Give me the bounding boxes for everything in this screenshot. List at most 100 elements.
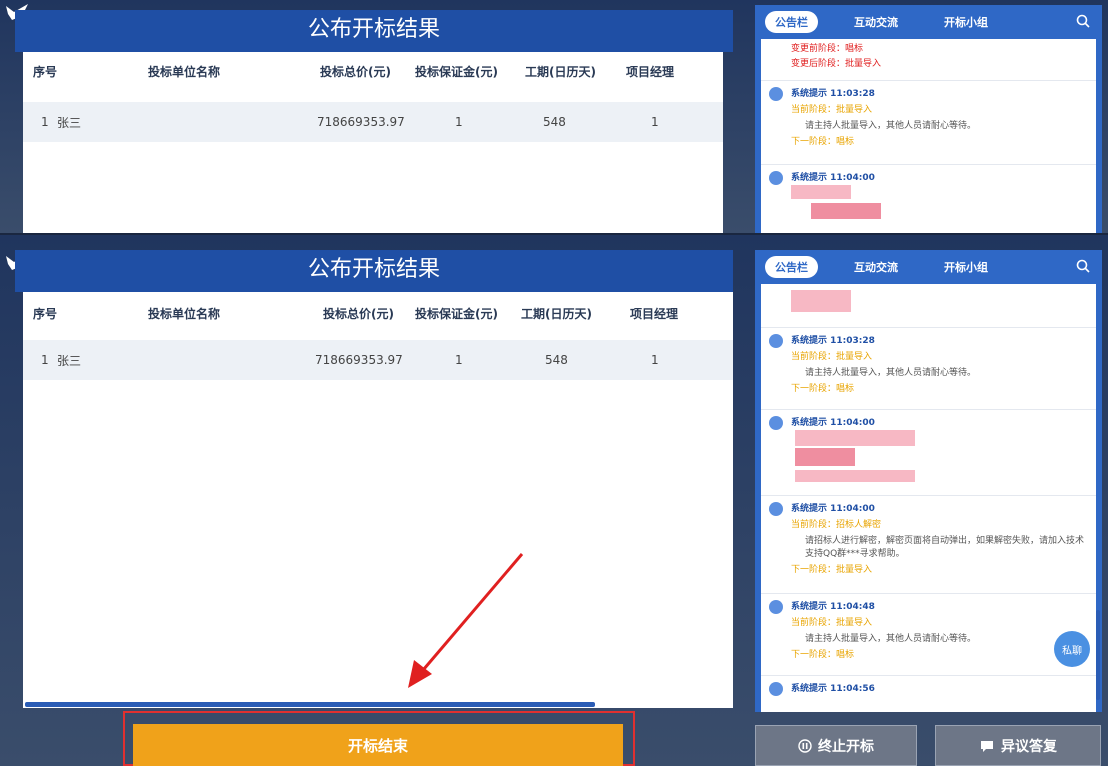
avatar (769, 171, 783, 185)
redacted-block (791, 290, 851, 312)
avatar (769, 682, 783, 696)
tab-interaction[interactable]: 互动交流 (844, 11, 908, 33)
cell-name: 张三 (57, 353, 82, 368)
msg-current: 当前阶段：批量导入 (791, 618, 873, 628)
results-table-bottom: 序号 投标单位名称 投标总价(元) 投标保证金(元) 工期(日历天) 项目经理 … (23, 292, 733, 708)
col-deposit: 投标保证金(元) (415, 64, 498, 79)
col-index: 序号 (33, 306, 58, 321)
msg-body: 请主持人批量导入，其他人员请耐心等待。 (805, 634, 977, 644)
avatar (769, 416, 783, 430)
avatar (769, 334, 783, 348)
stop-bidding-label: 终止开标 (818, 738, 874, 755)
redacted-block (791, 185, 851, 199)
msg-header: 系统提示 11:04:48 (791, 602, 875, 612)
list-item: 系统提示 11:03:28 当前阶段：批量导入 请主持人批量导入，其他人员请耐心… (761, 83, 1096, 165)
col-price: 投标总价(元) (323, 306, 394, 321)
objection-reply-button[interactable]: 异议答复 (935, 725, 1101, 766)
cell-price: 718669353.97 (317, 115, 405, 129)
col-days: 工期(日历天) (521, 306, 592, 321)
list-item (761, 284, 1096, 328)
chat-panel-top: 公告栏 互动交流 开标小组 变更前阶段：唱标 变更后阶段：批量导入 系统提示 1… (755, 5, 1102, 233)
tab-announcement[interactable]: 公告栏 (765, 256, 818, 278)
msg-body: 请主持人批量导入，其他人员请耐心等待。 (805, 121, 977, 131)
msg-header: 系统提示 11:04:00 (791, 418, 875, 428)
table-header: 序号 投标单位名称 投标总价(元) 投标保证金(元) 工期(日历天) 项目经理 (23, 52, 723, 90)
table-row[interactable]: 1 张三 718669353.97 1 548 1 (23, 102, 723, 142)
list-item: 变更前阶段：唱标 变更后阶段：批量导入 (761, 39, 1096, 81)
chat-messages[interactable]: 变更前阶段：唱标 变更后阶段：批量导入 系统提示 11:03:28 当前阶段：批… (761, 39, 1096, 233)
cell-deposit: 1 (455, 353, 463, 367)
msg-body: 请招标人进行解密，解密页面将自动弹出，如果解密失败，请加入技术支持QQ群***寻… (805, 536, 1085, 559)
list-item: 系统提示 11:04:56 (761, 678, 1096, 712)
col-name: 投标单位名称 (148, 306, 221, 321)
redacted-block (795, 448, 855, 466)
col-price: 投标总价(元) (320, 64, 391, 79)
list-item: 系统提示 11:04:48 当前阶段：批量导入 请主持人批量导入，其他人员请耐心… (761, 596, 1096, 676)
msg-next: 下一阶段：批量导入 (791, 565, 873, 575)
cell-index: 1 (41, 353, 49, 367)
stage-after: 变更后阶段：批量导入 (791, 59, 882, 69)
msg-next: 下一阶段：唱标 (791, 137, 855, 147)
redacted-block (795, 470, 915, 482)
tab-bid-team[interactable]: 开标小组 (934, 11, 998, 33)
chat-tabs: 公告栏 互动交流 开标小组 (755, 250, 1102, 284)
col-name: 投标单位名称 (148, 64, 221, 79)
avatar (769, 600, 783, 614)
cell-price: 718669353.97 (315, 353, 403, 367)
avatar (769, 502, 783, 516)
cell-manager: 1 (651, 353, 659, 367)
msg-body: 请主持人批量导入，其他人员请耐心等待。 (805, 368, 977, 378)
redacted-block (795, 430, 915, 446)
cell-deposit: 1 (455, 115, 463, 129)
tab-bid-team[interactable]: 开标小组 (934, 256, 998, 278)
col-index: 序号 (33, 64, 58, 79)
list-item: 系统提示 11:04:00 当前阶段：招标人解密 请招标人进行解密，解密页面将自… (761, 498, 1096, 594)
vertical-scrollbar[interactable] (1096, 610, 1100, 700)
tab-interaction[interactable]: 互动交流 (844, 256, 908, 278)
private-chat-button[interactable]: 私聊 (1054, 631, 1090, 667)
msg-header: 系统提示 11:04:56 (791, 684, 875, 694)
msg-header: 系统提示 11:04:00 (791, 504, 875, 514)
search-icon[interactable] (1076, 14, 1090, 28)
search-icon[interactable] (1076, 259, 1090, 273)
list-item: 系统提示 11:04:00 (761, 412, 1096, 496)
redacted-block (811, 203, 881, 219)
avatar (769, 87, 783, 101)
results-table-top: 序号 投标单位名称 投标总价(元) 投标保证金(元) 工期(日历天) 项目经理 … (23, 52, 723, 233)
stop-bidding-button[interactable]: 终止开标 (755, 725, 917, 766)
chat-panel-bottom: 公告栏 互动交流 开标小组 系统提示 11:03:28 当前阶段：批量导入 请主… (755, 250, 1102, 712)
col-manager: 项目经理 (626, 64, 675, 79)
page-title: 公布开标结果 (15, 10, 733, 52)
col-days: 工期(日历天) (525, 64, 596, 79)
list-item: 系统提示 11:04:00 (761, 167, 1096, 233)
page-title: 公布开标结果 (15, 250, 733, 292)
cell-days: 548 (543, 115, 566, 129)
horizontal-scrollbar[interactable] (25, 702, 595, 707)
cell-days: 548 (545, 353, 568, 367)
finish-bidding-button[interactable]: 开标结束 (133, 724, 623, 766)
chat-bubble-icon (981, 740, 993, 752)
msg-header: 系统提示 11:04:00 (791, 173, 875, 183)
col-manager: 项目经理 (630, 306, 679, 321)
annotation-arrow-icon (408, 553, 524, 688)
chat-tabs: 公告栏 互动交流 开标小组 (755, 5, 1102, 39)
table-row[interactable]: 1 张三 718669353.97 1 548 1 (23, 340, 733, 380)
msg-next: 下一阶段：唱标 (791, 384, 855, 394)
col-deposit: 投标保证金(元) (415, 306, 498, 321)
msg-header: 系统提示 11:03:28 (791, 89, 875, 99)
cell-name: 张三 (57, 115, 82, 130)
list-item: 系统提示 11:03:28 当前阶段：批量导入 请主持人批量导入，其他人员请耐心… (761, 330, 1096, 410)
msg-current: 当前阶段：批量导入 (791, 352, 873, 362)
cell-index: 1 (41, 115, 49, 129)
pause-circle-icon (798, 738, 812, 753)
chat-messages[interactable]: 系统提示 11:03:28 当前阶段：批量导入 请主持人批量导入，其他人员请耐心… (761, 284, 1096, 712)
stage-before: 变更前阶段：唱标 (791, 44, 864, 54)
msg-next: 下一阶段：唱标 (791, 650, 855, 660)
msg-header: 系统提示 11:03:28 (791, 336, 875, 346)
msg-current: 当前阶段：招标人解密 (791, 520, 882, 530)
cell-manager: 1 (651, 115, 659, 129)
table-header: 序号 投标单位名称 投标总价(元) 投标保证金(元) 工期(日历天) 项目经理 (23, 294, 733, 332)
msg-current: 当前阶段：批量导入 (791, 105, 873, 115)
objection-reply-label: 异议答复 (1001, 738, 1057, 755)
tab-announcement[interactable]: 公告栏 (765, 11, 818, 33)
